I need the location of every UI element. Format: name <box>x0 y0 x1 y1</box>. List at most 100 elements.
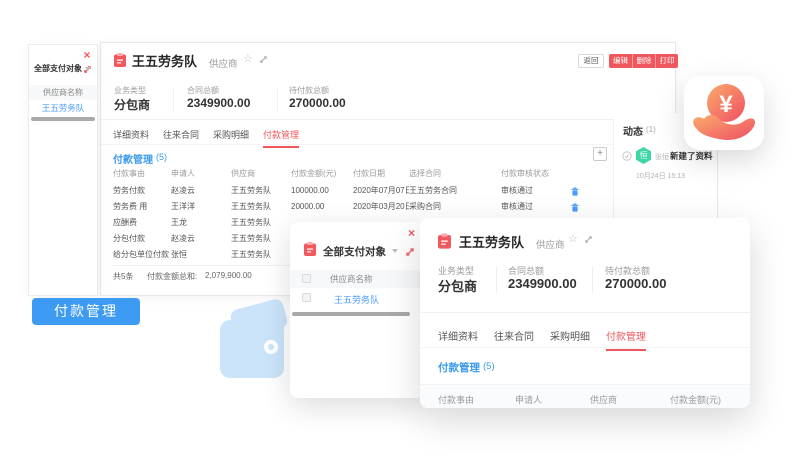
panel-title: 全部支付对象 <box>34 63 82 74</box>
stat-value: 270000.00 <box>289 96 346 110</box>
column-header: 付款日期 <box>353 167 409 181</box>
contract-link[interactable]: 采购合同 <box>409 199 497 215</box>
payment-app-icon-card: ¥ <box>684 76 764 150</box>
table-header-row: 付款事由 申请人 供应商 付款金额(元) <box>420 384 750 408</box>
stat-value: 270000.00 <box>605 276 666 291</box>
applicant: 赵凌云 <box>171 231 229 247</box>
applicant: 张恒 <box>171 247 229 263</box>
pay-target-list-panel: × 全部支付对象 供应商名称 王五劳务队 <box>28 44 98 296</box>
column-header: 付款金额(元) <box>670 393 721 406</box>
trash-icon[interactable] <box>571 203 579 212</box>
audit-status: 审核通过 <box>501 183 565 199</box>
audit-status: 审核通过 <box>501 199 565 215</box>
column-header: 付款审核状态 <box>501 167 565 181</box>
activity-item: 恒 张恒 新建了资料 10月24日 15:13 <box>620 147 716 187</box>
column-header: 申请人 <box>171 167 229 181</box>
stat-value: 2349900.00 <box>508 276 577 291</box>
column-header: 选择合同 <box>409 167 497 181</box>
page-title: 王五劳务队 <box>132 51 197 70</box>
table-row: 劳务付款 赵凌云 王五劳务队 100000.00 2020年07月07日 王五劳… <box>101 183 613 199</box>
column-header-row: 供应商名称 <box>290 270 424 288</box>
applicant: 王龙 <box>171 215 229 231</box>
amount: 100000.00 <box>291 183 351 199</box>
divider <box>496 266 497 292</box>
payment-reason-link[interactable]: 劳务费 用 <box>113 199 169 215</box>
column-header: 供应商名称 <box>330 274 373 285</box>
tab-details[interactable]: 详细资料 <box>113 128 149 148</box>
stat-label: 合同总额 <box>187 85 219 96</box>
section-count: (5) <box>483 361 495 372</box>
list-item[interactable]: 王五劳务队 <box>29 100 97 116</box>
entity-type-label: 供应商 <box>536 237 565 251</box>
feature-callout-label: 付款管理 <box>32 298 140 325</box>
wallet-icon <box>220 300 286 380</box>
row-count: 共5条 <box>113 271 133 282</box>
supplier-link[interactable]: 王五劳务队 <box>231 247 289 263</box>
supplier-detail-overlay: 王五劳务队 供应商 ☆ 业务类型 分包商 合同总额 2349900.00 待付款… <box>420 218 750 408</box>
activity-time: 10月24日 15:13 <box>636 171 685 181</box>
activity-user: 张恒 <box>655 152 669 162</box>
close-icon[interactable]: × <box>78 49 96 61</box>
clipboard-icon <box>438 233 451 249</box>
stat-label: 业务类型 <box>114 85 146 96</box>
row-checkbox[interactable] <box>302 293 311 302</box>
contract-link[interactable]: 王五劳务合同 <box>409 183 497 199</box>
supplier-link[interactable]: 王五劳务队 <box>334 293 379 306</box>
close-icon[interactable]: × <box>408 227 415 239</box>
horizontal-scrollbar[interactable] <box>292 312 410 316</box>
tab-purchases[interactable]: 采购明细 <box>213 128 249 148</box>
payment-reason-link[interactable]: 应酬费 <box>113 215 169 231</box>
fullscreen-icon[interactable] <box>584 235 593 244</box>
chevron-down-icon[interactable] <box>85 67 91 71</box>
clipboard-icon <box>304 242 316 256</box>
tab-contracts[interactable]: 往来合同 <box>163 128 199 148</box>
divider <box>592 266 593 292</box>
payment-reason-link[interactable]: 劳务付款 <box>113 183 169 199</box>
favorite-star-icon[interactable]: ☆ <box>243 54 253 65</box>
sum-value: 2,079,900.00 <box>205 271 252 280</box>
payment-reason-link[interactable]: 分包付款 <box>113 231 169 247</box>
supplier-link[interactable]: 王五劳务队 <box>231 231 289 247</box>
horizontal-scrollbar[interactable] <box>31 117 95 121</box>
clipboard-icon <box>114 53 126 67</box>
date: 2020年07月07日 <box>353 183 409 199</box>
trash-icon[interactable] <box>571 187 579 196</box>
activity-title: 动态 <box>623 123 643 138</box>
back-button[interactable]: 返回 <box>578 54 604 68</box>
entity-type-label: 供应商 <box>209 56 238 70</box>
divider <box>420 347 750 348</box>
check-circle-icon <box>622 151 632 161</box>
column-header: 供应商 <box>590 393 617 406</box>
table-header-row: 付款事由 申请人 供应商 付款金额(元) 付款日期 选择合同 付款审核状态 <box>101 167 613 181</box>
divider <box>101 119 613 120</box>
column-header: 付款事由 <box>438 393 474 406</box>
sum-label: 付款金额总和: <box>147 271 197 282</box>
section-count: (5) <box>156 152 167 162</box>
supplier-link[interactable]: 王五劳务队 <box>231 215 289 231</box>
payment-reason-link[interactable]: 给分包单位付款 <box>113 247 169 263</box>
edit-button[interactable]: 编辑 <box>609 54 632 68</box>
divider <box>277 88 278 112</box>
column-header: 供应商名称 <box>29 85 97 100</box>
activity-action: 新建了资料 <box>670 150 713 162</box>
date: 2020年03月20日 <box>353 199 409 215</box>
chevron-down-icon[interactable] <box>392 249 398 253</box>
wallet-clasp <box>264 340 278 354</box>
select-all-checkbox[interactable] <box>302 274 311 283</box>
list-item[interactable]: 王五劳务队 <box>290 288 424 308</box>
supplier-link[interactable]: 王五劳务队 <box>231 199 289 215</box>
yen-symbol: ¥ <box>719 91 733 118</box>
fullscreen-icon[interactable] <box>259 55 268 64</box>
stat-value: 分包商 <box>114 96 150 113</box>
add-payment-button[interactable]: + <box>593 147 607 161</box>
supplier-link[interactable]: 王五劳务队 <box>42 103 85 113</box>
print-button[interactable]: 打印 <box>655 54 678 68</box>
delete-button[interactable]: 删除 <box>632 54 655 68</box>
favorite-star-icon[interactable]: ☆ <box>568 234 578 245</box>
supplier-link[interactable]: 王五劳务队 <box>231 183 289 199</box>
panel-title: 全部支付对象 <box>323 244 386 259</box>
activity-count: (1) <box>646 125 656 134</box>
expand-icon[interactable] <box>405 247 415 257</box>
applicant: 王洋洋 <box>171 199 229 215</box>
tab-payments[interactable]: 付款管理 <box>263 128 299 148</box>
